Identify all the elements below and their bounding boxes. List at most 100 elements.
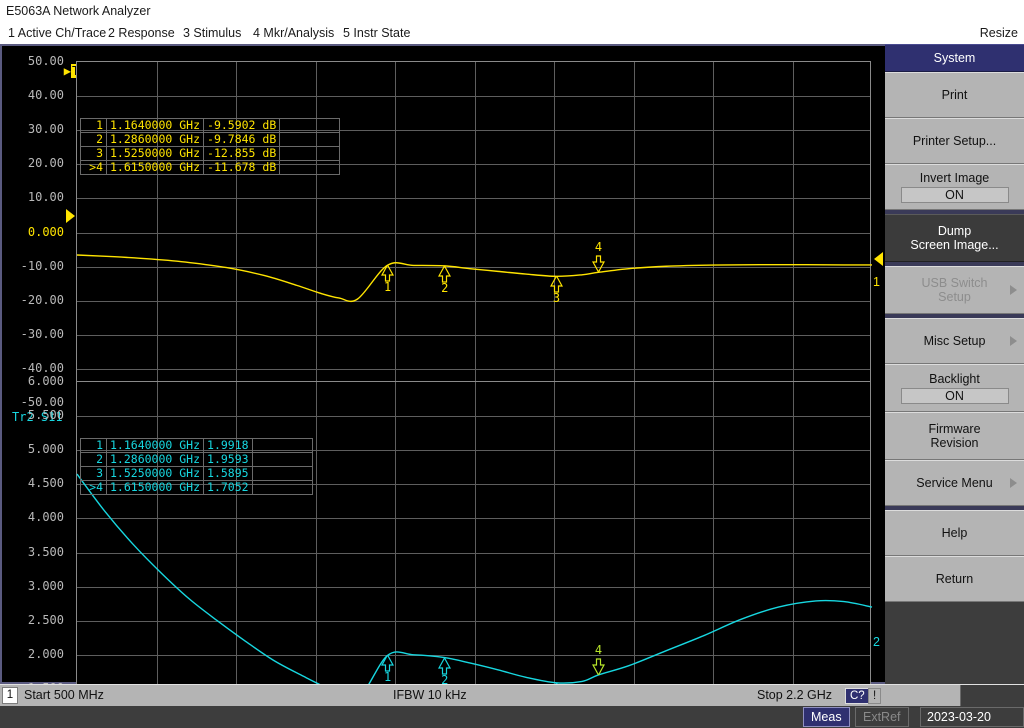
- marker-id: 1: [80, 118, 107, 133]
- stop-frequency[interactable]: Stop 2.2 GHz: [757, 685, 832, 705]
- marker-value: -9.5902 dB: [203, 118, 281, 133]
- chevron-right-icon: [1010, 478, 1017, 488]
- softkey-label: Backlight: [929, 372, 980, 386]
- softkey-firmware-revision[interactable]: Firmware Revision: [885, 412, 1024, 460]
- softkey-panel-filler: [885, 602, 1024, 684]
- marker-value: 1.9593: [203, 452, 253, 467]
- marker-frequency: 1.6150000 GHz: [105, 160, 205, 175]
- menu-item-response[interactable]: 2 Response: [108, 22, 175, 44]
- softkey-invert-image[interactable]: Invert Image ON: [885, 164, 1024, 210]
- softkey-misc-setup[interactable]: Misc Setup: [885, 318, 1024, 364]
- trace-path: [76, 254, 873, 303]
- trace1-reference-marker-icon[interactable]: [66, 209, 75, 223]
- chevron-right-icon: [1010, 336, 1017, 346]
- y-axis-tick-label: 20.00: [27, 156, 64, 170]
- y-axis-tick-label: 5.500: [27, 408, 64, 422]
- y-axis-tick-label: 3.000: [27, 579, 64, 593]
- y-axis-tick-label: 3.500: [27, 545, 64, 559]
- marker-label: 4: [594, 642, 603, 657]
- marker-spacer: [251, 438, 313, 453]
- softkey-label: Print: [941, 88, 968, 102]
- y-axis-tick-label: 30.00: [27, 122, 64, 136]
- measurement-screen: ▶Tr1 S11 Log Mag 10.00 dB/ Ref 0.000 dB …: [0, 44, 885, 728]
- y-axis-tick-label: -10.00: [20, 259, 64, 273]
- marker-row[interactable]: 2 1.2860000 GHz -9.7846 dB: [80, 132, 341, 147]
- marker-row[interactable]: 1 1.1640000 GHz -9.5902 dB: [80, 118, 341, 133]
- marker-frequency: 1.5250000 GHz: [105, 146, 205, 161]
- resize-button[interactable]: Resize: [980, 22, 1018, 44]
- softkey-backlight[interactable]: Backlight ON: [885, 364, 1024, 412]
- marker-row[interactable]: 3 1.5250000 GHz -12.855 dB: [80, 146, 341, 161]
- softkey-help[interactable]: Help: [885, 510, 1024, 556]
- datetime-display: 2023-03-20 17:39: [920, 707, 1024, 727]
- marker-frequency: 1.1640000 GHz: [105, 118, 205, 133]
- marker-id: 2: [80, 452, 107, 467]
- softkey-value[interactable]: ON: [900, 388, 1009, 404]
- softkey-title: System: [885, 44, 1024, 72]
- marker-row[interactable]: 2 1.2860000 GHz 1.9593: [80, 452, 313, 467]
- marker-spacer: [279, 132, 341, 147]
- start-frequency[interactable]: Start 500 MHz: [24, 685, 104, 705]
- menu-bar: 1 Active Ch/Trace 2 Response 3 Stimulus …: [0, 22, 1024, 44]
- warning-badge[interactable]: !: [868, 688, 882, 704]
- y-axis-tick-label: 0.000: [27, 225, 64, 239]
- marker-row[interactable]: >4 1.6150000 GHz 1.7052: [80, 480, 313, 495]
- marker-flag-icon[interactable]: [591, 658, 605, 675]
- ifbw-value[interactable]: IFBW 10 kHz: [393, 685, 467, 705]
- y-axis-tick-label: 10.00: [27, 190, 64, 204]
- window-title: E5063A Network Analyzer: [0, 0, 1024, 22]
- marker-spacer: [279, 146, 341, 161]
- menu-item-stimulus[interactable]: 3 Stimulus: [183, 22, 241, 44]
- marker-frequency: 1.5250000 GHz: [105, 466, 205, 481]
- status-bar: 1 Start 500 MHz IFBW 10 kHz Stop 2.2 GHz…: [0, 684, 1024, 707]
- application-window: E5063A Network Analyzer 1 Active Ch/Trac…: [0, 0, 1024, 728]
- trace1-curve: [76, 254, 873, 303]
- softkey-dump-screen-image[interactable]: Dump Screen Image...: [885, 214, 1024, 262]
- softkey-label: Revision: [930, 436, 979, 450]
- marker-row[interactable]: 1 1.1640000 GHz 1.9918: [80, 438, 313, 453]
- softkey-label: Misc Setup: [923, 334, 986, 348]
- active-trace-pointer-icon: ▶: [63, 64, 72, 78]
- marker-spacer: [251, 480, 313, 495]
- marker-spacer: [279, 118, 341, 133]
- marker-id: 3: [80, 466, 107, 481]
- softkey-print[interactable]: Print: [885, 72, 1024, 118]
- softkey-label: Dump: [937, 224, 972, 238]
- marker-flag-icon[interactable]: [591, 255, 605, 273]
- marker-frequency: 1.1640000 GHz: [105, 438, 205, 453]
- trace2-curve: [76, 473, 873, 701]
- menu-item-instr-state[interactable]: 5 Instr State: [343, 22, 410, 44]
- softkey-return[interactable]: Return: [885, 556, 1024, 602]
- y-axis-tick-label: 5.000: [27, 442, 64, 456]
- marker-id: >4: [80, 160, 107, 175]
- marker-label: 2: [441, 280, 449, 295]
- y-axis-tick-label: -20.00: [20, 293, 64, 307]
- menu-item-mkr-analysis[interactable]: 4 Mkr/Analysis: [253, 22, 334, 44]
- marker-id: 1: [80, 438, 107, 453]
- marker-row[interactable]: 3 1.5250000 GHz 1.5895: [80, 466, 313, 481]
- marker-row[interactable]: >4 1.6150000 GHz -11.678 dB: [80, 160, 341, 175]
- softkey-printer-setup[interactable]: Printer Setup...: [885, 118, 1024, 164]
- extref-indicator: ExtRef: [855, 707, 909, 727]
- softkey-service-menu[interactable]: Service Menu: [885, 460, 1024, 506]
- softkey-label: Help: [941, 526, 968, 540]
- marker-flag-icon[interactable]: [438, 657, 452, 675]
- softkey-label: Firmware: [928, 422, 981, 436]
- marker-value: -11.678 dB: [203, 160, 281, 175]
- marker-value: -9.7846 dB: [203, 132, 281, 147]
- marker-frequency: 1.6150000 GHz: [105, 480, 205, 495]
- menu-item-active-ch-trace[interactable]: 1 Active Ch/Trace: [8, 22, 106, 44]
- trace1-number-label: 1: [873, 275, 880, 289]
- marker-value: 1.9918: [203, 438, 253, 453]
- softkey-value[interactable]: ON: [900, 187, 1009, 203]
- y-axis-tick-label: 40.00: [27, 88, 64, 102]
- meas-indicator: Meas: [803, 707, 850, 727]
- softkey-label: Invert Image: [919, 171, 990, 185]
- marker-label: 1: [384, 280, 392, 295]
- marker-id: 3: [80, 146, 107, 161]
- instrument-display: ▶Tr1 S11 Log Mag 10.00 dB/ Ref 0.000 dB …: [0, 44, 1024, 728]
- marker-id: 2: [80, 132, 107, 147]
- calibration-status-badge[interactable]: C?: [845, 688, 870, 704]
- softkey-usb-switch-setup: USB Switch Setup: [885, 266, 1024, 314]
- marker-label: 4: [594, 240, 603, 255]
